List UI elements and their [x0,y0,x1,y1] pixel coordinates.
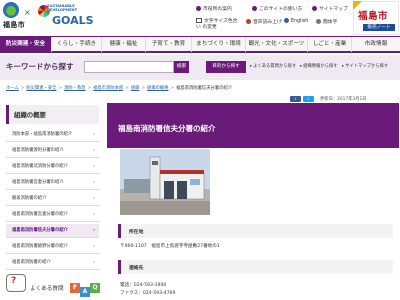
globe-icon [316,19,321,24]
keyword-search-label: キーワードから探す [6,62,74,71]
contact-heading: 連絡先 [129,266,144,271]
breadcrumb-organization[interactable]: 組織 [131,86,140,91]
facebook-share-button[interactable]: f [290,96,301,102]
sidebar-item[interactable]: 飯坂消防署の紹介 [6,192,99,206]
sidebar-item[interactable]: 福島南消防署の紹介 [6,256,99,270]
breadcrumb-disaster[interactable]: 防災関連・安全 [26,86,56,91]
contact-section-header: 連絡先 [118,260,393,274]
breadcrumb: ホーム > 防災関連・安全 > 消防・救急 > 福島市消防本部 > 組織 > 組織の概要 > 福島南消防… [6,86,232,91]
faq-link[interactable]: よくある質問 [30,284,64,292]
sidebar-title: 組織の概要 [14,111,46,119]
util-link-english[interactable]: English [284,18,308,24]
util-link-chinese[interactable]: 簡体字 [316,18,337,25]
util-link-voice[interactable]: 音声読み上げ [246,18,282,25]
page-title: 福島南消防署信夫分署の紹介 [118,124,216,133]
faq-block-f: F [70,283,80,293]
speaker-icon [246,19,251,24]
address-heading: 所在地 [129,230,144,235]
faq-block-a: A [80,287,90,297]
sidebar-item[interactable]: 福島南消防署飯野分署の紹介 [6,240,99,254]
org-search-link[interactable]: 組織情報から探す [300,63,337,69]
banner-subtitle: 販売ノート [363,24,395,31]
keyword-search-input[interactable] [84,61,174,73]
fax-text: ファクス：024-593-4769 [120,291,176,296]
building-icon [196,6,201,11]
breadcrumb-overview[interactable]: 組織の概要 [147,86,168,91]
nav-health[interactable]: 健康・福祉 [102,37,146,52]
sidebar-item[interactable]: 消防本部・福島南消防署の紹介 [6,128,99,142]
cross-icon: × [24,8,31,17]
city-emblem-icon[interactable] [3,2,19,18]
nav-tourism[interactable]: 観光・文化・スポーツ [246,37,308,52]
question-mark-icon: ? [11,276,17,286]
faq-block-q: Q [90,283,100,293]
info-icon [252,6,257,11]
faq-search-link[interactable]: よくある質問から探す [250,63,296,69]
breadcrumb-current: 福島南消防署信夫分署の紹介 [176,86,232,91]
updated-date: 更新日：2017年3月1日 [320,97,367,102]
twitter-share-button[interactable]: t [303,96,314,102]
sidebar-item[interactable]: 福島消防署北消防分署の紹介 [6,160,99,174]
search-button[interactable]: 検索 [174,61,189,73]
util-link-font-size[interactable]: 文字サイズ色合い の変更 [196,18,242,31]
sdgs-caption: SUSTAINABLE DEVELOPMENT [47,4,78,12]
nav-disaster-safety[interactable]: 防災関連・安全 [0,37,52,52]
nav-work[interactable]: しごと・産業 [308,37,352,52]
breadcrumb-fire-ems[interactable]: 消防・救急 [64,86,85,91]
site-logo-text[interactable]: 福島市 [3,20,25,30]
breadcrumb-fire-hq[interactable]: 福島市消防本部 [93,86,123,91]
nav-town-planning[interactable]: まちづくり・環境 [192,37,246,52]
sitemap-search-link[interactable]: サイトマップから探す [342,63,388,69]
util-link-sitemap[interactable]: サイトマップ [312,5,348,12]
banner-title: 福島市 [358,11,389,22]
font-size-icon [196,18,202,23]
fire-station-photo [120,149,210,215]
nav-childcare[interactable]: 子育て・教育 [146,37,192,52]
sitemap-icon [312,6,317,11]
sdgs-goals-text: GOALS [52,14,94,27]
phone-text: 電話：024-593-1900 [120,283,167,288]
util-link-city-hall[interactable]: 市役所の案内 [196,5,232,12]
util-link-how-to-use[interactable]: このサイトの使い方 [252,5,302,12]
breadcrumb-home[interactable]: ホーム [6,86,19,91]
sidebar-item[interactable]: 福島南消防署吾妻分署の紹介 [6,208,99,222]
globe-icon [284,18,289,23]
sidebar-item-current[interactable]: 福島南消防署信夫分署の紹介 [6,224,99,238]
nav-city-info[interactable]: 市政情報 [352,37,400,52]
nav-living[interactable]: くらし・手続き [52,37,102,52]
fire-station-illustration [120,149,210,215]
address-text: 〒960-1107 福島市上鳥渡字寺屋敷27番地の1 [120,244,220,249]
sidebar-item[interactable]: 福島消防署渡利分署の紹介 [6,144,99,158]
address-section-header: 所在地 [118,224,393,238]
sidebar-item[interactable]: 福島消防署吾妻分署の紹介 [6,176,99,190]
purpose-search-button[interactable]: 目的から探す [206,61,246,73]
